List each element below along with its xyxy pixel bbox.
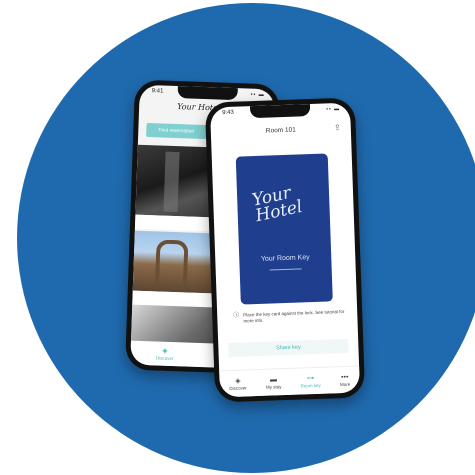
share-key-button[interactable]: Share key bbox=[228, 338, 349, 358]
room-key-label: Your Room Key bbox=[260, 254, 310, 263]
room-title: Room 101 bbox=[265, 126, 296, 135]
building-shape bbox=[163, 151, 180, 213]
tab-label: More bbox=[339, 381, 351, 387]
key-instruction: ⓘ Place the key card against the lock. S… bbox=[233, 309, 347, 325]
tab-label: Discover bbox=[229, 384, 247, 391]
key-icon: ⊶ bbox=[306, 374, 315, 382]
tab-my-stay[interactable]: ▬ My stay bbox=[265, 375, 282, 390]
phone-notch bbox=[176, 86, 238, 101]
share-icon[interactable]: ⇪ bbox=[334, 123, 341, 132]
front-phone: 9:43 ▪▪ ▬ Room 101 ⇪ Your Hotel Your Roo… bbox=[204, 97, 366, 403]
tab-label: Discover bbox=[155, 354, 174, 361]
instruction-text: Place the key card against the lock. See… bbox=[243, 308, 345, 324]
front-phone-screen: 9:43 ▪▪ ▬ Room 101 ⇪ Your Hotel Your Roo… bbox=[209, 102, 361, 398]
signal-icon: ▪▪ ▬ bbox=[326, 105, 341, 113]
more-icon: ••• bbox=[340, 373, 349, 381]
tab-discover[interactable]: ◈ Discover bbox=[155, 347, 174, 361]
tag-icon: ◈ bbox=[162, 347, 168, 355]
hotel-logo-script: Your Hotel bbox=[250, 182, 305, 227]
tab-more[interactable]: ••• More bbox=[339, 373, 351, 387]
phone-notch bbox=[249, 104, 311, 119]
card-divider bbox=[269, 268, 302, 271]
bridge-arch-shape bbox=[154, 239, 189, 287]
status-time: 9:43 bbox=[222, 109, 234, 117]
tab-bar: ◈ Discover ▬ My stay ⊶ Room key ••• More bbox=[219, 365, 361, 398]
bed-icon: ▬ bbox=[269, 375, 278, 384]
signal-icon: ▪▪ ▬ bbox=[250, 91, 265, 99]
tab-label: My stay bbox=[265, 383, 282, 390]
tab-room-key[interactable]: ⊶ Room key bbox=[300, 374, 321, 389]
info-icon: ⓘ bbox=[233, 312, 240, 319]
find-reservation-button[interactable]: Find reservation bbox=[146, 122, 207, 140]
room-key-card: Your Hotel Your Room Key bbox=[235, 153, 333, 305]
tag-icon: ◈ bbox=[235, 377, 241, 385]
status-time: 9:41 bbox=[151, 88, 164, 95]
tab-discover[interactable]: ◈ Discover bbox=[229, 377, 247, 391]
tab-label: Room key bbox=[300, 382, 321, 389]
